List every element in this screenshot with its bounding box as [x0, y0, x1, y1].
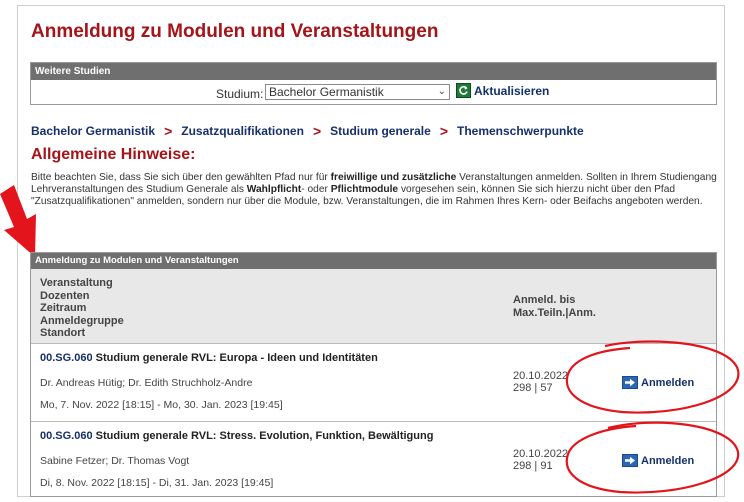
column-anmeld-bis: Anmeld. bis	[513, 294, 576, 306]
studium-selected-value: Bachelor Germanistik	[269, 85, 384, 99]
event-lecturers: Dr. Andreas Hütig; Dr. Edith Struchholz-…	[40, 377, 253, 389]
table-row: 00.SG.060 Studium generale RVL: Stress. …	[31, 422, 716, 497]
register-button[interactable]: Anmelden	[622, 454, 694, 467]
event-deadline-capacity: 20.10.2022 298 | 57	[513, 370, 568, 394]
arrow-right-icon	[622, 376, 638, 389]
event-deadline: 20.10.2022	[513, 370, 569, 382]
red-arrow-annotation	[0, 185, 36, 257]
chevron-down-icon: ⌄	[437, 86, 446, 97]
hints-bold-part: Wahlpflicht	[246, 184, 302, 195]
refresh-label: Aktualisieren	[474, 83, 550, 98]
breadcrumb-separator: >	[164, 123, 173, 139]
table-row: 00.SG.060 Studium generale RVL: Europa -…	[31, 344, 716, 422]
register-label: Anmelden	[641, 454, 695, 467]
event-period: Mo, 7. Nov. 2022 [18:15] - Mo, 30. Jan. …	[40, 399, 283, 411]
event-deadline-capacity: 20.10.2022 298 | 91	[513, 448, 568, 472]
event-title-text: Studium generale RVL: Stress. Evolution,…	[95, 430, 434, 442]
studies-panel: Weitere Studien Studium: Bachelor German…	[30, 62, 717, 105]
event-title: 00.SG.060 Studium generale RVL: Europa -…	[40, 352, 378, 364]
page-title: Anmeldung zu Modulen und Veranstaltungen	[31, 21, 439, 42]
hints-text-part: Bitte beachten Sie, dass Sie sich über d…	[31, 172, 331, 183]
column-standort: Standort	[40, 327, 86, 339]
hints-text: Bitte beachten Sie, dass Sie sich über d…	[31, 172, 721, 208]
event-title-text: Studium generale RVL: Europa - Ideen und…	[95, 352, 378, 364]
column-headers: Veranstaltung Dozenten Zeitraum Anmeldeg…	[31, 269, 716, 344]
studium-select[interactable]: Bachelor Germanistik ⌄	[265, 84, 450, 100]
breadcrumb-item-themenschwerpunkte[interactable]: Themenschwerpunkte	[457, 124, 584, 138]
register-button[interactable]: Anmelden	[622, 376, 694, 389]
breadcrumb: Bachelor Germanistik > Zusatzqualifikati…	[31, 123, 584, 139]
table-header: Anmeldung zu Modulen und Veranstaltungen	[31, 253, 716, 269]
event-code-link[interactable]: 00.SG.060	[40, 430, 93, 442]
hints-title: Allgemeine Hinweise:	[31, 146, 196, 163]
registration-table: Anmeldung zu Modulen und Veranstaltungen…	[30, 252, 717, 497]
column-headers-right: Anmeld. bis Max.Teiln.|Anm.	[513, 294, 596, 319]
event-capacity: 298 | 91	[513, 460, 553, 472]
refresh-button[interactable]: Aktualisieren	[456, 83, 549, 98]
hints-bold-part: freiwillige und zusätzliche	[330, 172, 457, 183]
column-zeitraum: Zeitraum	[40, 302, 87, 314]
column-dozenten: Dozenten	[40, 289, 90, 302]
breadcrumb-item-bachelor-germanistik[interactable]: Bachelor Germanistik	[31, 124, 155, 138]
event-period: Di, 8. Nov. 2022 [18:15] - Di, 31. Jan. …	[40, 477, 274, 489]
breadcrumb-item-zusatzqualifikationen[interactable]: Zusatzqualifikationen	[181, 124, 304, 138]
hints-text-part: - oder	[301, 184, 331, 195]
column-anmeldegruppe: Anmeldegruppe	[40, 314, 124, 327]
breadcrumb-item-studium-generale[interactable]: Studium generale	[330, 124, 431, 138]
breadcrumb-separator: >	[439, 123, 448, 139]
register-label: Anmelden	[641, 376, 695, 389]
column-veranstaltung: Veranstaltung	[40, 277, 113, 289]
refresh-icon	[456, 83, 471, 98]
studies-panel-header: Weitere Studien	[31, 63, 716, 80]
event-title: 00.SG.060 Studium generale RVL: Stress. …	[40, 430, 433, 442]
studies-row: Studium: Bachelor Germanistik ⌄ Aktualis…	[31, 81, 716, 105]
column-max-teilnehmer: Max.Teiln.|Anm.	[513, 306, 596, 319]
event-deadline: 20.10.2022	[513, 448, 569, 460]
column-headers-left: Veranstaltung Dozenten Zeitraum Anmeldeg…	[40, 277, 124, 340]
studium-label: Studium:	[216, 87, 264, 101]
hints-bold-part: Pflichtmodule	[330, 184, 399, 195]
event-capacity: 298 | 57	[513, 382, 553, 394]
event-lecturers: Sabine Fetzer; Dr. Thomas Vogt	[40, 455, 190, 467]
event-code-link[interactable]: 00.SG.060	[40, 352, 93, 364]
breadcrumb-separator: >	[312, 123, 322, 139]
arrow-right-icon	[622, 454, 638, 467]
